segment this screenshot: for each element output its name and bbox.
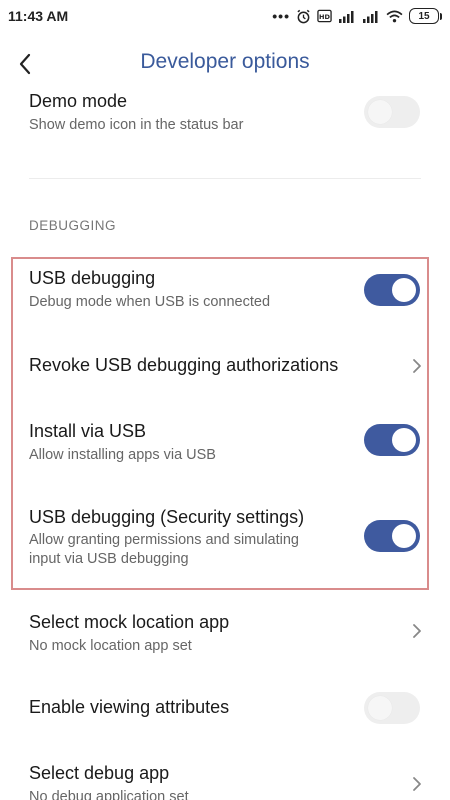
setting-title: Install via USB: [29, 421, 147, 441]
setting-title: Revoke USB debugging authorizations: [29, 355, 339, 375]
usb-debugging-toggle[interactable]: [364, 274, 420, 306]
setting-title: Demo mode: [29, 91, 128, 111]
signal-icon: [363, 10, 378, 23]
setting-subtitle-line1: Allow granting permissions and simulatin…: [29, 532, 299, 548]
signal-icon: [339, 10, 354, 23]
chevron-right-icon: [413, 777, 421, 791]
svg-text:HD: HD: [319, 13, 330, 21]
setting-title: USB debugging (Security settings): [29, 507, 305, 527]
setting-title: Select mock location app: [29, 612, 230, 632]
setting-enable-viewing-attributes[interactable]: Enable viewing attributes: [0, 684, 450, 734]
wifi-icon: [386, 10, 403, 22]
setting-subtitle-line2: input via USB debugging: [29, 551, 189, 567]
setting-title: USB debugging: [29, 268, 156, 288]
section-header-debugging: DEBUGGING: [29, 218, 117, 233]
setting-revoke-usb-authorizations[interactable]: Revoke USB debugging authorizations: [0, 340, 450, 390]
demo-mode-toggle[interactable]: [364, 96, 420, 128]
setting-title: Enable viewing attributes: [29, 697, 230, 717]
status-bar: 11:43 AM ••• HD 15: [0, 0, 450, 32]
chevron-right-icon: [413, 624, 421, 638]
status-icons: ••• HD 15: [272, 8, 442, 24]
install-via-usb-toggle[interactable]: [364, 424, 420, 456]
setting-subtitle: Allow installing apps via USB: [29, 447, 216, 463]
battery-icon: 15: [409, 8, 442, 24]
alarm-icon: [297, 9, 310, 23]
setting-usb-debugging[interactable]: USB debugging Debug mode when USB is con…: [0, 262, 450, 324]
usb-debugging-security-toggle[interactable]: [364, 520, 420, 552]
setting-subtitle: No mock location app set: [29, 638, 192, 654]
viewing-attributes-toggle[interactable]: [364, 692, 420, 724]
setting-subtitle: Debug mode when USB is connected: [29, 294, 271, 310]
setting-mock-location-app[interactable]: Select mock location app No mock locatio…: [0, 606, 450, 666]
setting-title: Select debug app: [29, 763, 170, 783]
setting-demo-mode[interactable]: Demo mode Show demo icon in the status b…: [0, 88, 450, 148]
hd-icon: HD: [317, 9, 332, 23]
setting-usb-debugging-security[interactable]: USB debugging (Security settings) Allow …: [0, 500, 450, 580]
battery-level: 15: [409, 8, 439, 24]
app-header: Developer options: [0, 40, 450, 88]
page-title: Developer options: [140, 50, 310, 73]
dots-icon: •••: [272, 8, 290, 24]
setting-install-via-usb[interactable]: Install via USB Allow installing apps vi…: [0, 414, 450, 476]
setting-select-debug-app[interactable]: Select debug app No debug application se…: [0, 757, 450, 800]
setting-subtitle: Show demo icon in the status bar: [29, 117, 244, 133]
divider: [29, 178, 421, 179]
status-time: 11:43 AM: [8, 8, 69, 24]
chevron-right-icon: [413, 359, 421, 373]
setting-subtitle: No debug application set: [29, 789, 189, 800]
